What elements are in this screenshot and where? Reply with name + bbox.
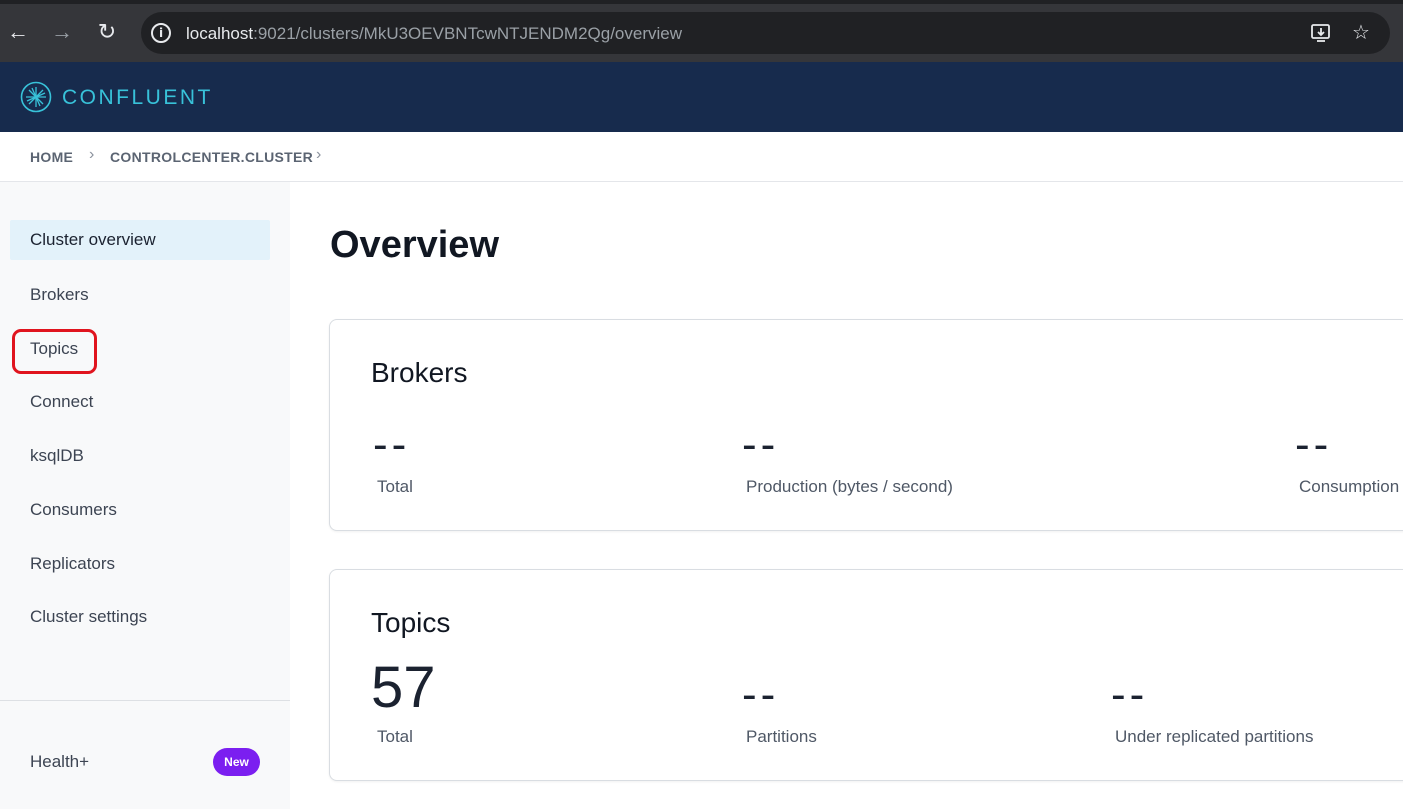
sidebar-item-consumers[interactable]: Consumers bbox=[10, 490, 270, 530]
topics-card[interactable]: Topics 57 Total -- Partitions -- Under r… bbox=[329, 569, 1403, 781]
brokers-consumption-value: -- bbox=[1295, 420, 1333, 469]
breadcrumb-cluster[interactable]: CONTROLCENTER.CLUSTER bbox=[110, 149, 313, 165]
brokers-card-title: Brokers bbox=[371, 357, 468, 388]
app-header: CONFLUENT bbox=[0, 62, 1403, 132]
install-app-icon[interactable] bbox=[1310, 22, 1332, 44]
brokers-production-value: -- bbox=[742, 420, 780, 469]
breadcrumb: HOME › CONTROLCENTER.CLUSTER › bbox=[0, 132, 1403, 182]
confluent-logo-icon[interactable] bbox=[20, 81, 52, 113]
address-bar[interactable]: i localhost:9021/clusters/MkU3OEVBNTcwNT… bbox=[141, 12, 1390, 54]
brokers-production-label: Production (bytes / second) bbox=[746, 477, 953, 496]
brand-name[interactable]: CONFLUENT bbox=[62, 86, 213, 110]
url-text[interactable]: localhost:9021/clusters/MkU3OEVBNTcwNTJE… bbox=[186, 24, 682, 44]
info-icon[interactable]: i bbox=[151, 23, 171, 43]
breadcrumb-home[interactable]: HOME bbox=[30, 149, 73, 165]
topics-partitions-value: -- bbox=[742, 670, 780, 719]
chevron-right-icon: › bbox=[89, 146, 95, 163]
topics-highlight-annotation bbox=[12, 329, 97, 374]
star-icon[interactable]: ☆ bbox=[1350, 22, 1372, 44]
sidebar-item-cluster-settings[interactable]: Cluster settings bbox=[10, 597, 270, 637]
sidebar-item-connect[interactable]: Connect bbox=[10, 382, 270, 422]
topics-under-replicated-label: Under replicated partitions bbox=[1115, 727, 1314, 746]
topics-total-value: 57 bbox=[371, 655, 436, 720]
sidebar-divider bbox=[0, 700, 290, 701]
url-host: localhost bbox=[186, 24, 254, 43]
sidebar-item-ksqldb[interactable]: ksqlDB bbox=[10, 436, 270, 476]
forward-arrow-icon[interactable]: → bbox=[48, 18, 76, 46]
sidebar-item-replicators[interactable]: Replicators bbox=[10, 544, 270, 584]
sidebar-item-cluster-overview[interactable]: Cluster overview bbox=[10, 220, 270, 260]
sidebar-item-brokers[interactable]: Brokers bbox=[10, 275, 270, 315]
brokers-total-value: -- bbox=[373, 420, 411, 469]
topics-under-replicated-value: -- bbox=[1111, 670, 1149, 719]
back-arrow-icon[interactable]: ← bbox=[4, 18, 32, 46]
browser-toolbar: ← → ↻ i localhost:9021/clusters/MkU3OEVB… bbox=[0, 0, 1403, 62]
brokers-total-label: Total bbox=[377, 477, 413, 496]
reload-icon[interactable]: ↻ bbox=[93, 18, 121, 46]
url-path: :9021/clusters/MkU3OEVBNTcwNTJENDM2Qg/ov… bbox=[253, 24, 683, 43]
new-badge: New bbox=[213, 748, 260, 776]
brokers-card[interactable]: Brokers -- Total -- Production (bytes / … bbox=[329, 319, 1403, 531]
page-title: Overview bbox=[330, 224, 499, 266]
topics-partitions-label: Partitions bbox=[746, 727, 817, 746]
topics-card-title: Topics bbox=[371, 607, 451, 638]
brokers-consumption-label: Consumption bbox=[1299, 477, 1400, 496]
sidebar: Cluster overview Brokers Topics Connect … bbox=[0, 182, 290, 809]
topics-total-label: Total bbox=[377, 727, 413, 746]
chevron-right-icon: › bbox=[316, 146, 322, 163]
